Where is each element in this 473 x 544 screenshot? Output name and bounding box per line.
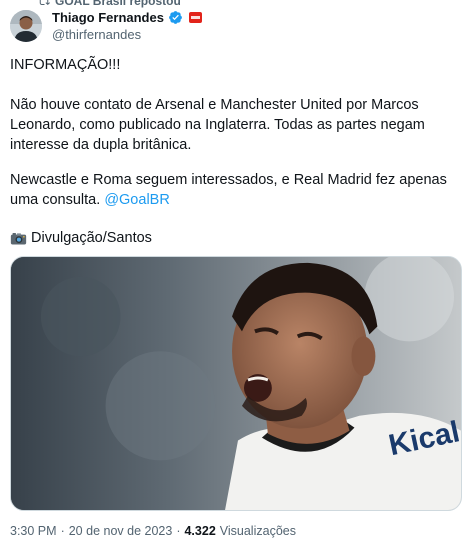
avatar[interactable]	[10, 10, 42, 42]
camera-icon	[10, 232, 27, 244]
player-photo-illustration: Kical	[11, 257, 461, 510]
tweet-photo[interactable]: Kical	[10, 256, 462, 511]
tweet-metadata: 3:30 PM · 20 de nov de 2023 · 4.322 Visu…	[10, 524, 296, 538]
photo-credit: Divulgação/Santos	[10, 228, 152, 248]
author-display-name[interactable]: Thiago Fernandes	[52, 10, 164, 25]
repost-label: GOAL Brasil repostou	[55, 0, 181, 8]
affiliate-badge-icon[interactable]	[188, 12, 202, 23]
verified-badge-icon[interactable]	[168, 10, 183, 25]
tweet-date[interactable]: 20 de nov de 2023	[69, 524, 173, 538]
views-label: Visualizações	[219, 524, 296, 538]
tweet-paragraph-3: Newcastle e Roma seguem interessados, e …	[10, 170, 465, 210]
views-count[interactable]: 4.322	[184, 524, 215, 538]
photo-credit-text: Divulgação/Santos	[31, 230, 152, 246]
author-handle[interactable]: @thirfernandes	[52, 27, 202, 42]
tweet-paragraph-3-text: Newcastle e Roma seguem interessados, e …	[10, 172, 451, 208]
author-info: Thiago Fernandes @thirfernandes	[52, 9, 202, 42]
meta-separator-2: ·	[176, 524, 181, 538]
mention-link[interactable]: @GoalBR	[104, 192, 170, 208]
tweet-paragraph-2: Não houve contato de Arsenal e Mancheste…	[10, 97, 429, 153]
repost-indicator[interactable]: GOAL Brasil repostou	[38, 0, 181, 8]
repost-icon	[39, 0, 50, 6]
tweet-time[interactable]: 3:30 PM	[10, 524, 57, 538]
avatar-image	[10, 10, 42, 42]
tweet-line-1: INFORMAÇÃO!!!	[10, 57, 121, 73]
meta-separator: ·	[60, 524, 65, 538]
